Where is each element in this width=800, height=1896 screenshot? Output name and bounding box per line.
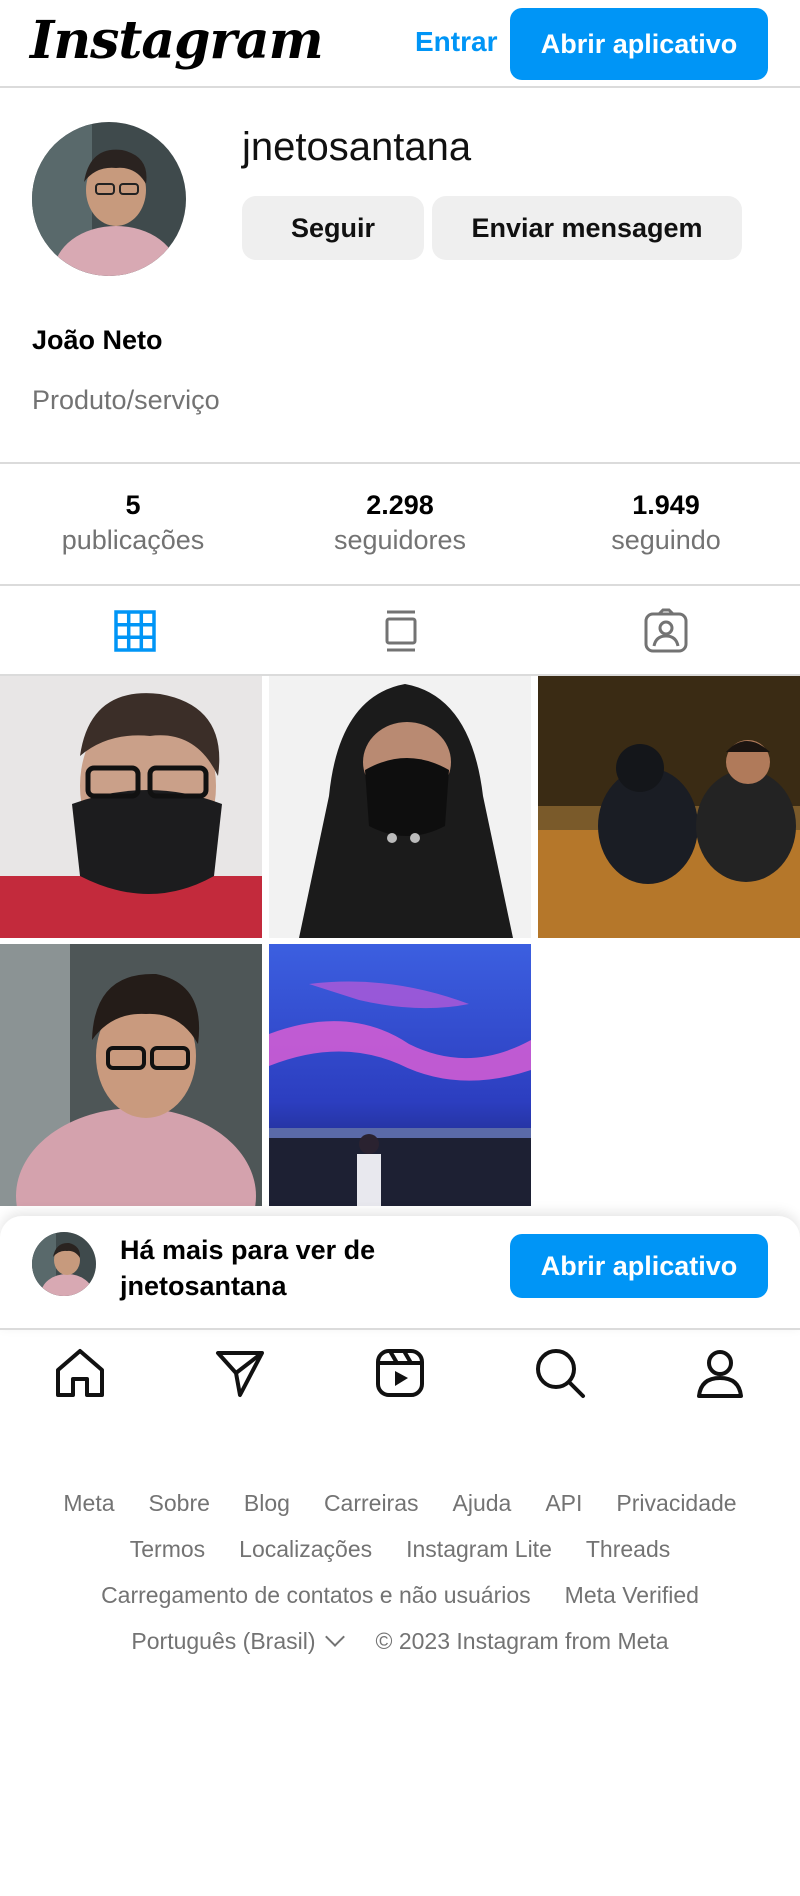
reels-feed-tab-icon[interactable]	[378, 608, 424, 654]
footer-link-careers[interactable]: Carreiras	[324, 1490, 419, 1517]
stat-followers-label: seguidores	[333, 525, 467, 555]
follow-button[interactable]: Seguir	[242, 196, 424, 260]
post-thumbnail[interactable]	[269, 944, 531, 1206]
footer-link-contact-upload[interactable]: Carregamento de contatos e não usuários	[101, 1582, 531, 1609]
footer-link-about[interactable]: Sobre	[149, 1490, 210, 1517]
profile-tabs	[0, 586, 800, 676]
footer-links-row2: Termos Localizações Instagram Lite Threa…	[0, 1526, 800, 1572]
stat-following[interactable]: 1.949 seguindo	[566, 490, 766, 556]
footer-link-terms[interactable]: Termos	[130, 1536, 205, 1563]
more-content-banner: Há mais para ver de jnetosantana Abrir a…	[0, 1216, 800, 1330]
send-message-button[interactable]: Enviar mensagem	[432, 196, 742, 260]
profile-stats: 5 publicações 2.298 seguidores 1.949 seg…	[0, 462, 800, 586]
post-thumbnail[interactable]	[269, 676, 531, 938]
more-content-text: Há mais para ver de jnetosantana	[120, 1232, 420, 1304]
stat-followers-value: 2.298	[366, 490, 434, 520]
footer-link-meta[interactable]: Meta	[63, 1490, 114, 1517]
stat-posts: 5 publicações	[33, 490, 233, 556]
stat-following-value: 1.949	[632, 490, 700, 520]
instagram-logo[interactable]: Instagram	[30, 10, 324, 71]
profile-icon[interactable]	[693, 1346, 747, 1400]
login-link[interactable]: Entrar	[415, 26, 497, 58]
footer-link-locations[interactable]: Localizações	[239, 1536, 372, 1563]
home-icon[interactable]	[53, 1346, 107, 1400]
top-bar: Instagram Entrar Abrir aplicativo	[0, 0, 800, 88]
footer-link-blog[interactable]: Blog	[244, 1490, 290, 1517]
profile-avatar[interactable]	[32, 122, 186, 276]
footer: Meta Sobre Blog Carreiras Ajuda API Priv…	[0, 1480, 800, 1664]
post-thumbnail[interactable]	[538, 676, 800, 938]
footer-links-row1: Meta Sobre Blog Carreiras Ajuda API Priv…	[0, 1480, 800, 1526]
footer-link-help[interactable]: Ajuda	[453, 1490, 512, 1517]
footer-links-row3: Carregamento de contatos e não usuários …	[0, 1572, 800, 1618]
post-thumbnail[interactable]	[0, 676, 262, 938]
search-icon[interactable]	[533, 1346, 587, 1400]
open-app-banner-button[interactable]: Abrir aplicativo	[510, 1234, 768, 1298]
tagged-tab-icon[interactable]	[643, 608, 689, 654]
footer-copyright: © 2023 Instagram from Meta	[375, 1627, 669, 1654]
footer-links-row4: Português (Brasil) © 2023 Instagram from…	[0, 1618, 800, 1664]
stat-followers[interactable]: 2.298 seguidores	[300, 490, 500, 556]
footer-link-privacy[interactable]: Privacidade	[616, 1490, 736, 1517]
footer-link-threads[interactable]: Threads	[586, 1536, 670, 1563]
reels-icon[interactable]	[373, 1346, 427, 1400]
profile-category: Produto/serviço	[32, 385, 220, 415]
language-label: Português (Brasil)	[131, 1627, 316, 1654]
language-selector[interactable]: Português (Brasil)	[131, 1626, 345, 1655]
stat-following-label: seguindo	[611, 525, 721, 555]
profile-username: jnetosantana	[242, 125, 472, 169]
footer-link-instagram-lite[interactable]: Instagram Lite	[406, 1536, 552, 1563]
post-thumbnail[interactable]	[0, 944, 262, 1206]
open-app-button[interactable]: Abrir aplicativo	[510, 8, 768, 80]
bottom-navigation	[0, 1330, 800, 1424]
more-content-line1: Há mais para ver de	[120, 1235, 376, 1265]
direct-icon[interactable]	[213, 1346, 267, 1400]
footer-link-meta-verified[interactable]: Meta Verified	[565, 1582, 699, 1609]
profile-full-name: João Neto	[32, 325, 163, 355]
stat-posts-label: publicações	[61, 525, 205, 555]
more-content-line2: jnetosantana	[120, 1271, 287, 1301]
chevron-down-icon	[324, 1626, 345, 1647]
grid-tab-icon[interactable]	[112, 608, 158, 654]
banner-avatar	[32, 1232, 96, 1296]
stat-posts-value: 5	[125, 490, 141, 520]
footer-link-api[interactable]: API	[545, 1490, 582, 1517]
